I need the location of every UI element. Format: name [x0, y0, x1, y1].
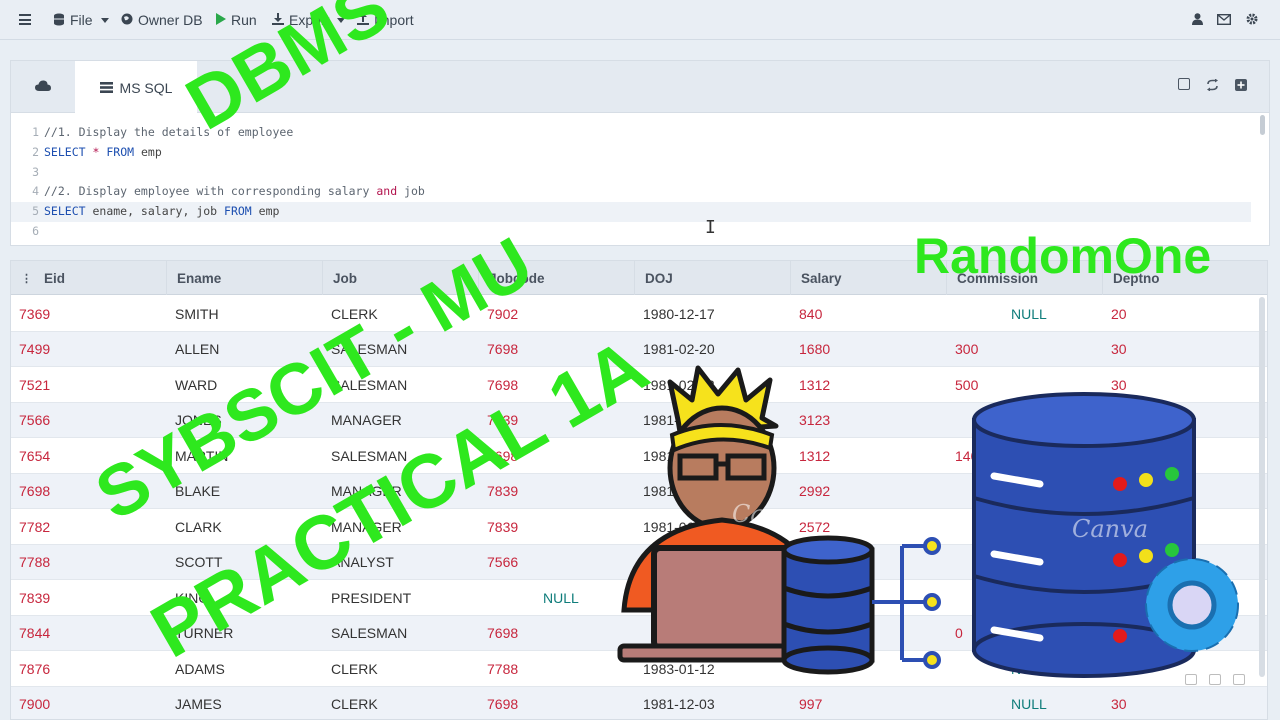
owner-db-label: Owner DB: [138, 12, 203, 28]
watermark: Canva: [732, 500, 808, 528]
table-cell-commission[interactable]: 300: [955, 332, 978, 368]
column-header-doj[interactable]: DOJ: [635, 261, 791, 295]
user-icon: [1192, 12, 1203, 28]
database-server-illustration: Canva: [960, 380, 1260, 680]
save-icon[interactable]: [1178, 78, 1190, 90]
file-label: File: [70, 12, 93, 28]
table-icon: [99, 80, 113, 96]
plus-square-icon[interactable]: [1235, 78, 1247, 96]
table-cell-eid[interactable]: 7369: [19, 296, 50, 332]
play-icon: [215, 13, 226, 27]
network-connector-illustration: [880, 530, 950, 680]
file-menu[interactable]: File: [53, 0, 109, 40]
code-line: 4//2. Display employee with correspondin…: [32, 184, 425, 199]
table-cell-job[interactable]: PRESIDENT: [331, 580, 411, 616]
table-cell-ename[interactable]: CLARK: [175, 509, 222, 545]
refresh-icon[interactable]: [1206, 78, 1219, 96]
table-cell-eid[interactable]: 7844: [19, 616, 50, 652]
table-cell-jobcode[interactable]: NULL: [543, 580, 579, 616]
cloud-icon: [35, 78, 51, 96]
table-cell-ename[interactable]: JAMES: [175, 687, 222, 720]
table-cell-doj[interactable]: 1980-12-17: [643, 296, 715, 332]
user-button[interactable]: [1192, 0, 1203, 40]
settings-button[interactable]: [1246, 0, 1258, 40]
mail-button[interactable]: [1216, 0, 1232, 40]
table-cell-eid[interactable]: 7782: [19, 509, 50, 545]
tab-ms-sql-label: MS SQL: [119, 79, 173, 96]
table-cell-ename[interactable]: ALLEN: [175, 332, 219, 368]
developer-illustration: Canva: [600, 360, 900, 700]
table-cell-eid[interactable]: 7521: [19, 367, 50, 403]
watermark: Canva: [1072, 515, 1148, 543]
sql-editor[interactable]: 1//1. Display the details of employee 2S…: [11, 123, 1251, 242]
table-cell-jobcode[interactable]: 7788: [487, 651, 518, 687]
table-cell-eid[interactable]: 7499: [19, 332, 50, 368]
table-cell-commission[interactable]: NULL: [1011, 687, 1047, 720]
table-cell-job[interactable]: CLERK: [331, 687, 378, 720]
column-header-ename[interactable]: Ename: [167, 261, 323, 295]
table-cell-salary[interactable]: 840: [799, 296, 822, 332]
table-cell-ename[interactable]: SMITH: [175, 296, 219, 332]
top-toolbar: File Owner DB Run Export Import: [0, 0, 1280, 40]
table-cell-eid[interactable]: 7698: [19, 474, 50, 510]
tab-cloud[interactable]: [11, 61, 75, 113]
chevron-down-icon: [100, 17, 109, 23]
database-icon: [53, 13, 65, 28]
table-cell-eid[interactable]: 7566: [19, 403, 50, 439]
code-line: 3: [32, 164, 39, 179]
run-label: Run: [231, 12, 257, 28]
table-cell-jobcode[interactable]: 7698: [487, 687, 518, 720]
code-line: 2 SELECT * FROM emp: [32, 144, 162, 159]
table-cell-deptno[interactable]: 30: [1111, 687, 1127, 720]
menu-icon[interactable]: [19, 14, 31, 25]
table-cell-eid[interactable]: 7839: [19, 580, 50, 616]
code-line: 1//1. Display the details of employee: [32, 125, 294, 139]
code-line: 5 SELECT ename, salary, job FROM emp: [11, 202, 1251, 222]
table-cell-jobcode[interactable]: 7698: [487, 616, 518, 652]
table-cell-jobcode[interactable]: 7839: [487, 509, 518, 545]
table-cell-commission[interactable]: NULL: [1011, 296, 1047, 332]
table-cell-jobcode[interactable]: 7566: [487, 545, 518, 581]
table-cell-jobcode[interactable]: 7698: [487, 332, 518, 368]
table-cell-job[interactable]: CLERK: [331, 651, 378, 687]
panel-actions: [1178, 78, 1247, 96]
table-cell-eid[interactable]: 7876: [19, 651, 50, 687]
table-row[interactable]: 7369 SMITH CLERK 7902 1980-12-17 840 NULL 20: [11, 296, 1267, 332]
owner-db-button[interactable]: Owner DB: [121, 0, 203, 40]
table-cell-deptno[interactable]: 20: [1111, 296, 1127, 332]
editor-scrollbar[interactable]: [1260, 115, 1265, 135]
table-cell-job[interactable]: SALESMAN: [331, 616, 407, 652]
table-cell-eid[interactable]: 7788: [19, 545, 50, 581]
table-cell-deptno[interactable]: 30: [1111, 332, 1127, 368]
gear-icon: [1246, 12, 1258, 28]
table-cell-eid[interactable]: 7654: [19, 438, 50, 474]
text-cursor-icon: I: [705, 217, 716, 238]
globe-icon: [121, 13, 133, 27]
table-cell-eid[interactable]: 7900: [19, 687, 50, 720]
brand-randomone: RandomOne: [914, 228, 1212, 284]
column-header-eid[interactable]: ⋮ Eid: [11, 261, 167, 295]
drag-handle-icon[interactable]: ⋮: [21, 272, 32, 285]
mail-icon: [1216, 12, 1232, 28]
